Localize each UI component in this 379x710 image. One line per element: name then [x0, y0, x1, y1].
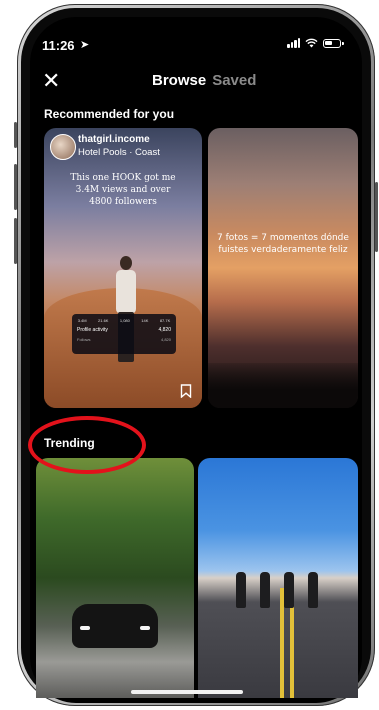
- card-account-name[interactable]: thatgirl.income: [78, 134, 150, 145]
- annotation-circle: [28, 416, 146, 474]
- sports-car-image: [72, 604, 158, 648]
- recommended-card-1[interactable]: thatgirl.income Hotel Pools · Coast This…: [44, 128, 202, 408]
- tab-browse[interactable]: Browse: [152, 72, 206, 89]
- card-audio-label[interactable]: Hotel Pools · Coast: [78, 147, 160, 158]
- volume-down-button: [14, 218, 17, 264]
- follows-value: 4,820: [160, 337, 171, 342]
- profile-activity-row: Profile activity 4,820: [72, 323, 176, 333]
- stat-saves: 87.7K: [159, 318, 171, 323]
- profile-activity-label: Profile activity: [77, 327, 108, 333]
- wifi-icon: [305, 38, 318, 48]
- trending-card-1[interactable]: [36, 458, 194, 698]
- trending-card-2[interactable]: [198, 458, 358, 698]
- status-bar: 11:26 ➤: [0, 0, 379, 53]
- treeline-image: [208, 363, 358, 408]
- stat-comments: 1,080: [119, 318, 130, 323]
- browse-header: ✕ Browse Saved: [0, 70, 379, 96]
- profile-activity-value: 4,820: [158, 327, 171, 333]
- location-arrow-icon: ➤: [80, 39, 90, 51]
- walker-figure: [236, 572, 246, 608]
- close-icon[interactable]: ✕: [42, 70, 60, 92]
- card-overlay-text: This one HOOK got me 3.4M views and over…: [70, 173, 176, 207]
- home-indicator[interactable]: [131, 690, 243, 694]
- walker-figure: [260, 572, 270, 608]
- power-button: [375, 182, 378, 252]
- mute-switch: [14, 122, 17, 148]
- recommended-card-2[interactable]: 7 fotos = 7 momentos dónde fuistes verda…: [208, 128, 358, 408]
- card-overlay-text: 7 fotos = 7 momentos dónde fuistes verda…: [217, 233, 349, 255]
- follows-row: Follows 4,820: [72, 333, 176, 342]
- tab-bar: Browse Saved: [152, 72, 256, 89]
- stat-likes: 21.6K: [98, 318, 109, 323]
- volume-up-button: [14, 164, 17, 210]
- battery-icon: [323, 38, 344, 48]
- cellular-signal-icon: [287, 38, 300, 48]
- bookmark-icon[interactable]: [180, 384, 192, 398]
- follows-label: Follows: [77, 337, 91, 342]
- recommended-section-title: Recommended for you: [44, 107, 175, 121]
- walker-figure: [284, 572, 294, 608]
- stat-shares: 14K: [141, 318, 149, 323]
- status-icons: [287, 38, 344, 48]
- stat-views: 3.4M: [77, 318, 87, 323]
- walker-figure: [308, 572, 318, 608]
- status-time: 11:26: [42, 38, 75, 53]
- tab-saved[interactable]: Saved: [212, 72, 256, 89]
- insights-stats-row: 3.4M 21.6K 1,080 14K 87.7K: [72, 314, 176, 323]
- avatar[interactable]: [50, 134, 76, 160]
- insights-overlay: 3.4M 21.6K 1,080 14K 87.7K Profile activ…: [72, 314, 176, 354]
